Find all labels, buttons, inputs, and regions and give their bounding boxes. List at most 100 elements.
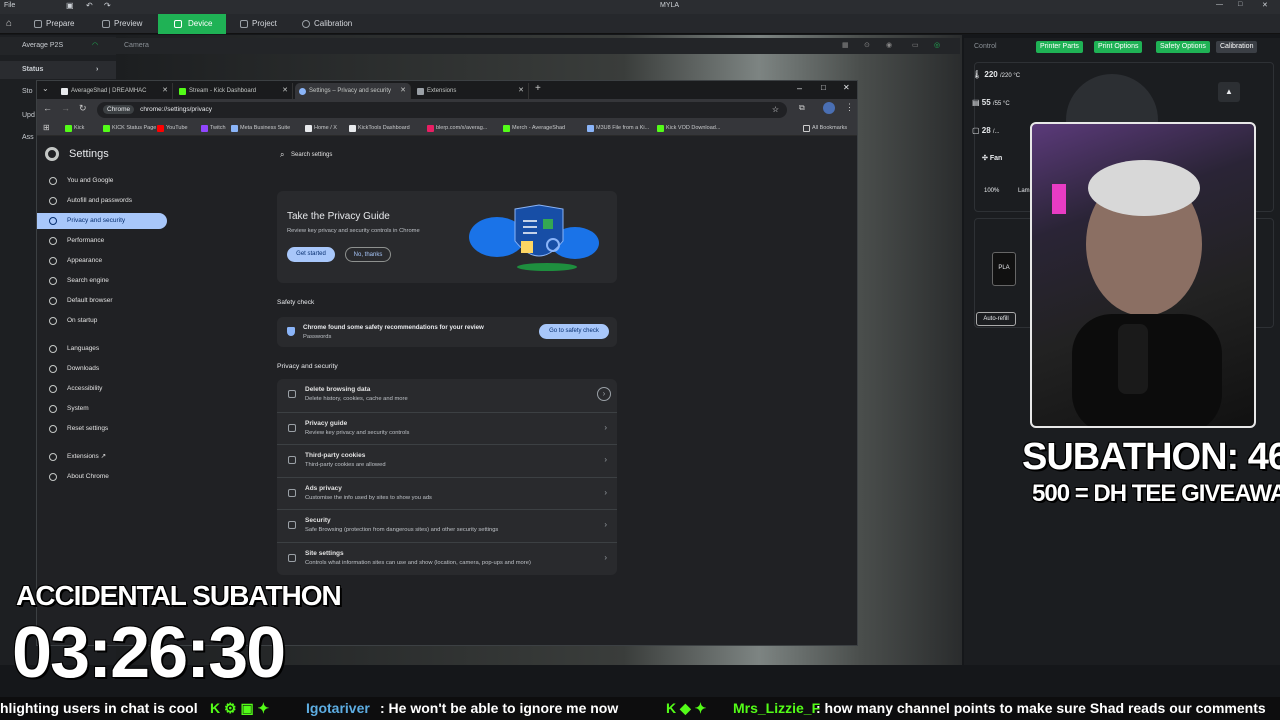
bookmark-item[interactable]: Twitch: [201, 121, 226, 136]
status-tab[interactable]: Status ›: [0, 61, 116, 79]
sidebar-item-appearance[interactable]: Appearance: [37, 253, 167, 269]
browser-tab[interactable]: AverageShad | DREAMHAC ✕: [57, 83, 173, 99]
save-icon[interactable]: ▣: [66, 1, 74, 10]
maximize-icon[interactable]: □: [1238, 1, 1242, 8]
privacy-row[interactable]: Ads privacy Customise the info used by si…: [277, 476, 617, 509]
sidebar-item-search-engine[interactable]: Search engine: [37, 273, 167, 289]
z-up-button[interactable]: ▲: [1218, 82, 1240, 102]
all-bookmarks[interactable]: All Bookmarks: [803, 121, 847, 136]
redo-icon[interactable]: ↷: [104, 1, 111, 10]
no-thanks-button[interactable]: No, thanks: [345, 247, 391, 262]
chrome-logo-icon: [45, 147, 59, 161]
sidebar-item-languages[interactable]: Languages: [37, 341, 167, 357]
close-tab-icon[interactable]: ✕: [162, 83, 168, 99]
bookmark-item[interactable]: Kick VOD Download...: [657, 121, 720, 136]
nozzle-temp[interactable]: 🌡 220 /220 °C: [972, 70, 1032, 96]
printer-selector[interactable]: Average P2S ◠: [0, 37, 116, 55]
go-to-safety-check-button[interactable]: Go to safety check: [539, 324, 609, 339]
menu-icon[interactable]: ⋮: [845, 102, 854, 113]
file-menu[interactable]: File: [4, 2, 15, 9]
bed-temp[interactable]: ▤ 55 /55 °C: [972, 98, 1032, 124]
chevron-right-icon: ›: [597, 387, 611, 401]
nav-calibration[interactable]: Calibration: [298, 14, 368, 34]
bookmark-favicon-icon: [657, 125, 664, 132]
close-tab-icon[interactable]: ✕: [518, 83, 524, 99]
close-tab-icon[interactable]: ✕: [282, 83, 288, 99]
bookmark-item[interactable]: Merch - AverageShad: [503, 121, 565, 136]
video-icon[interactable]: ▭: [912, 38, 919, 54]
privacy-row[interactable]: Delete browsing data Delete history, cook…: [277, 379, 617, 411]
sidebar-item-label: Appearance: [67, 257, 103, 264]
nozzle-target: /220 °C: [999, 73, 1021, 79]
reload-icon[interactable]: ↻: [79, 103, 87, 114]
auto-refill-button[interactable]: Auto-refill: [976, 312, 1016, 326]
minimize-window-icon[interactable]: –: [797, 83, 802, 93]
browser-tab[interactable]: Stream - Kick Dashboard ✕: [175, 83, 293, 99]
bookmark-star-icon[interactable]: ☆: [772, 102, 779, 118]
back-icon[interactable]: ←: [43, 103, 52, 113]
bookmark-item[interactable]: KICK Status Page: [103, 121, 156, 136]
sidebar-item-privacy-and-security[interactable]: Privacy and security: [37, 213, 167, 229]
record-icon[interactable]: ◉: [886, 38, 892, 54]
tab-calibration[interactable]: Calibration: [1216, 41, 1258, 53]
kick-badge-icon: K ⚙ ▣ ✦: [210, 700, 270, 716]
settings-gear-icon: [299, 88, 306, 95]
nav-preview[interactable]: Preview: [98, 14, 154, 34]
sidebar-item-autofill-and-passwords[interactable]: Autofill and passwords: [37, 193, 167, 209]
filament-slot[interactable]: PLA: [992, 252, 1016, 286]
bookmark-item[interactable]: blerp.com/x/averag...: [427, 121, 487, 136]
chamber-target: /...: [992, 129, 1000, 135]
minimize-icon[interactable]: —: [1216, 1, 1223, 8]
bookmark-item[interactable]: Meta Business Suite: [231, 121, 290, 136]
bookmark-item[interactable]: M3U8 File from a Ki...: [587, 121, 649, 136]
extensions-icon[interactable]: ⧉: [799, 103, 805, 113]
close-tab-icon[interactable]: ✕: [400, 83, 406, 99]
bookmark-item[interactable]: Home / X: [305, 121, 337, 136]
sidebar-item-downloads[interactable]: Downloads: [37, 361, 167, 377]
sidebar-item-accessibility[interactable]: Accessibility: [37, 381, 167, 397]
fan-control[interactable]: ✣ Fan: [982, 154, 1002, 162]
sidebar-item-you-and-google[interactable]: You and Google: [37, 173, 167, 189]
undo-icon[interactable]: ↶: [86, 1, 93, 10]
timelapse-icon[interactable]: ⊙: [864, 38, 870, 54]
browser-tab-active[interactable]: Settings – Privacy and security ✕: [295, 83, 411, 99]
profile-avatar[interactable]: [823, 102, 835, 114]
sidebar-item-performance[interactable]: Performance: [37, 233, 167, 249]
tab-print-options[interactable]: Print Options: [1094, 41, 1143, 53]
close-window-icon[interactable]: ✕: [843, 83, 850, 92]
privacy-row[interactable]: Site settings Controls what information s…: [277, 541, 617, 574]
privacy-row[interactable]: Third-party cookies Third-party cookies a…: [277, 444, 617, 476]
address-bar[interactable]: Chrome chrome://settings/privacy ☆: [97, 102, 787, 118]
camera-settings-icon[interactable]: ▦: [842, 38, 849, 54]
apps-grid-icon[interactable]: ⊞: [43, 123, 50, 132]
bookmark-item[interactable]: Kick: [65, 121, 84, 136]
tab-printer-parts[interactable]: Printer Parts: [1036, 41, 1083, 53]
nav-project[interactable]: Project: [236, 14, 292, 34]
forward-icon[interactable]: →: [61, 103, 70, 113]
sidebar-item-reset-settings[interactable]: Reset settings: [37, 421, 167, 437]
sidebar-item-default-browser[interactable]: Default browser: [37, 293, 167, 309]
privacy-row[interactable]: Privacy guide Review key privacy and secu…: [277, 411, 617, 444]
bookmark-item[interactable]: YouTube: [157, 121, 188, 136]
maximize-window-icon[interactable]: □: [821, 83, 826, 92]
sidebar-item-system[interactable]: System: [37, 401, 167, 417]
search-settings-input[interactable]: ⌕ Search settings: [277, 147, 617, 163]
nav-prepare[interactable]: Prepare: [30, 14, 90, 34]
browser-tab[interactable]: Extensions ✕: [413, 83, 529, 99]
new-tab-icon[interactable]: +: [535, 83, 541, 94]
tab-search-icon[interactable]: ⌄: [42, 84, 49, 93]
sidebar-item-on-startup[interactable]: On startup: [37, 313, 167, 329]
close-icon[interactable]: ✕: [1262, 1, 1268, 9]
tab-safety-options[interactable]: Safety Options: [1156, 41, 1210, 53]
sidebar-item-about-chrome[interactable]: About Chrome: [37, 469, 167, 485]
privacy-row-title: Delete browsing data: [305, 386, 371, 393]
sidebar-item-label: Search engine: [67, 277, 109, 284]
get-started-button[interactable]: Get started: [287, 247, 335, 262]
chamber-temp[interactable]: ▢ 28 /...: [972, 126, 1032, 152]
sidebar-item-extensions[interactable]: Extensions ↗: [37, 449, 167, 465]
live-icon[interactable]: ◎: [934, 38, 940, 54]
home-icon[interactable]: ⌂: [6, 18, 12, 29]
nav-device[interactable]: Device: [158, 14, 226, 34]
privacy-row[interactable]: Security Safe Browsing (protection from d…: [277, 509, 617, 541]
bookmark-item[interactable]: KickTools Dashboard: [349, 121, 410, 136]
